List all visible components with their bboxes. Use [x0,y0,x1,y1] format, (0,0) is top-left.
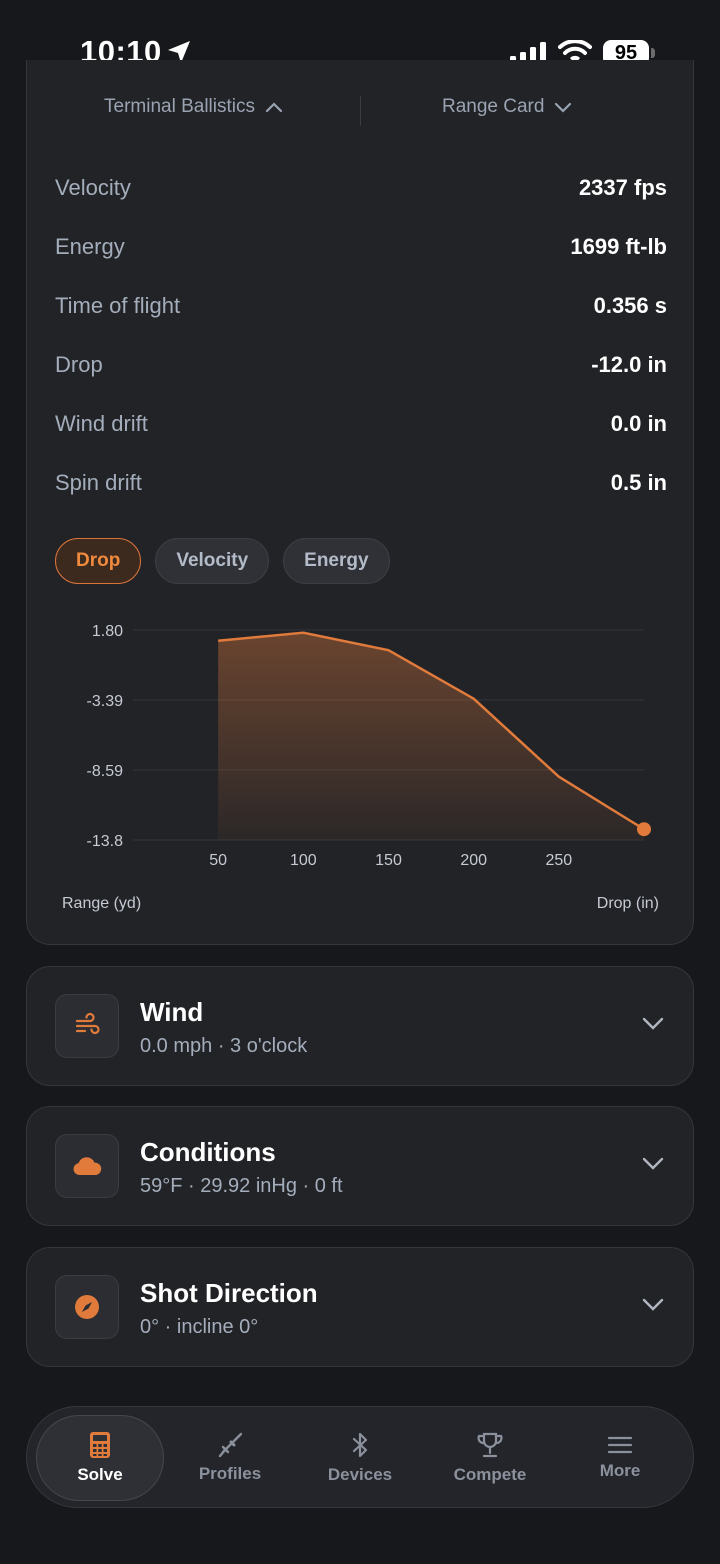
stat-row-spin-drift: Spin drift 0.5 in [55,468,667,498]
y-tick-label: -8.59 [87,763,124,780]
y-axis-label: Drop (in) [597,895,659,912]
terminal-ballistics-card: Terminal Ballistics Range Card Velocity … [26,60,694,945]
x-tick-label: 100 [290,852,317,869]
tab-solve[interactable]: Solve [36,1415,164,1501]
shot-direction-card[interactable]: Shot Direction 0° · incline 0° [26,1247,694,1367]
section-toggle-row: Terminal Ballistics Range Card [27,96,695,136]
trophy-icon [477,1432,503,1458]
chevron-up-icon [265,102,283,113]
chip-energy[interactable]: Energy [283,538,390,584]
tab-bar: Solve Profiles Devices Compete More [26,1406,694,1508]
tab-more[interactable]: More [556,1415,684,1501]
stat-value: 1699 ft-lb [570,234,667,259]
y-tick-label: 1.80 [92,623,123,640]
stat-label: Wind drift [55,411,148,436]
stat-label: Time of flight [55,293,181,318]
stat-value: -12.0 in [591,352,667,377]
compass-icon [55,1275,119,1339]
stat-row-drop: Drop -12.0 in [55,350,667,380]
terminal-ballistics-toggle[interactable]: Terminal Ballistics [104,96,283,118]
stat-value: 2337 fps [578,175,667,200]
card-title: Conditions [140,1137,276,1167]
card-subtitle: 59°F · 29.92 inHg · 0 ft [140,1175,343,1197]
y-tick-label: -3.39 [87,693,124,710]
chip-drop[interactable]: Drop [55,538,142,584]
tab-label: Devices [327,1465,393,1484]
chevron-down-icon [642,1017,664,1030]
card-subtitle: 0.0 mph · 3 o'clock [140,1035,308,1057]
tab-profiles[interactable]: Profiles [166,1415,294,1501]
chart-metric-chips: Drop Velocity Energy [55,538,390,584]
chevron-down-icon [642,1298,664,1311]
card-title: Wind [140,997,204,1027]
tab-label: More [599,1461,641,1480]
drop-chart-svg: 1.80 -3.39 -8.59 -13.8 50 100 150 200 250 Range (… [62,623,659,912]
stat-row-wind-drift: Wind drift 0.0 in [55,409,667,439]
tab-label: Compete [453,1465,527,1484]
tab-compete[interactable]: Compete [426,1415,554,1501]
tab-label: Profiles [198,1464,262,1483]
battery-cap [651,48,655,58]
stat-value: 0.5 in [610,470,667,495]
stat-label: Drop [55,352,103,377]
x-tick-label: 200 [460,852,487,869]
tab-label: Solve [77,1465,123,1484]
card-title: Shot Direction [140,1278,318,1308]
stat-row-energy: Energy 1699 ft-lb [55,232,667,262]
drop-chart: 1.80 -3.39 -8.59 -13.8 50 100 150 200 250 Range (… [27,590,695,930]
x-axis-label: Range (yd) [62,895,141,912]
drop-series-endpoint [637,822,651,837]
rifle-icon [218,1432,243,1458]
x-tick-label: 150 [375,852,402,869]
chevron-down-icon [642,1157,664,1170]
wind-card[interactable]: Wind 0.0 mph · 3 o'clock [26,966,694,1086]
stat-label: Spin drift [55,470,142,495]
menu-icon [607,1436,633,1454]
terminal-ballistics-label: Terminal Ballistics [104,96,255,117]
drop-series-area [218,632,644,840]
stat-label: Velocity [55,175,131,200]
wind-icon [55,994,119,1058]
stat-row-velocity: Velocity 2337 fps [55,173,667,203]
stat-value: 0.0 in [610,411,667,436]
y-tick-label: -13.8 [87,833,124,850]
calculator-icon [90,1432,110,1458]
stat-row-time-of-flight: Time of flight 0.356 s [55,291,667,321]
bluetooth-icon [352,1432,368,1458]
x-tick-label: 50 [209,852,227,869]
chevron-down-icon [555,102,572,113]
range-card-label: Range Card [442,96,545,117]
range-card-toggle[interactable]: Range Card [442,96,572,118]
card-subtitle: 0° · incline 0° [140,1316,259,1338]
tab-devices[interactable]: Devices [296,1415,424,1501]
stat-label: Energy [55,234,125,259]
cloud-icon [55,1134,119,1198]
toggle-divider [360,96,361,126]
stat-value: 0.356 s [593,293,667,318]
x-tick-label: 250 [545,852,572,869]
chip-velocity[interactable]: Velocity [155,538,270,584]
conditions-card[interactable]: Conditions 59°F · 29.92 inHg · 0 ft [26,1106,694,1226]
